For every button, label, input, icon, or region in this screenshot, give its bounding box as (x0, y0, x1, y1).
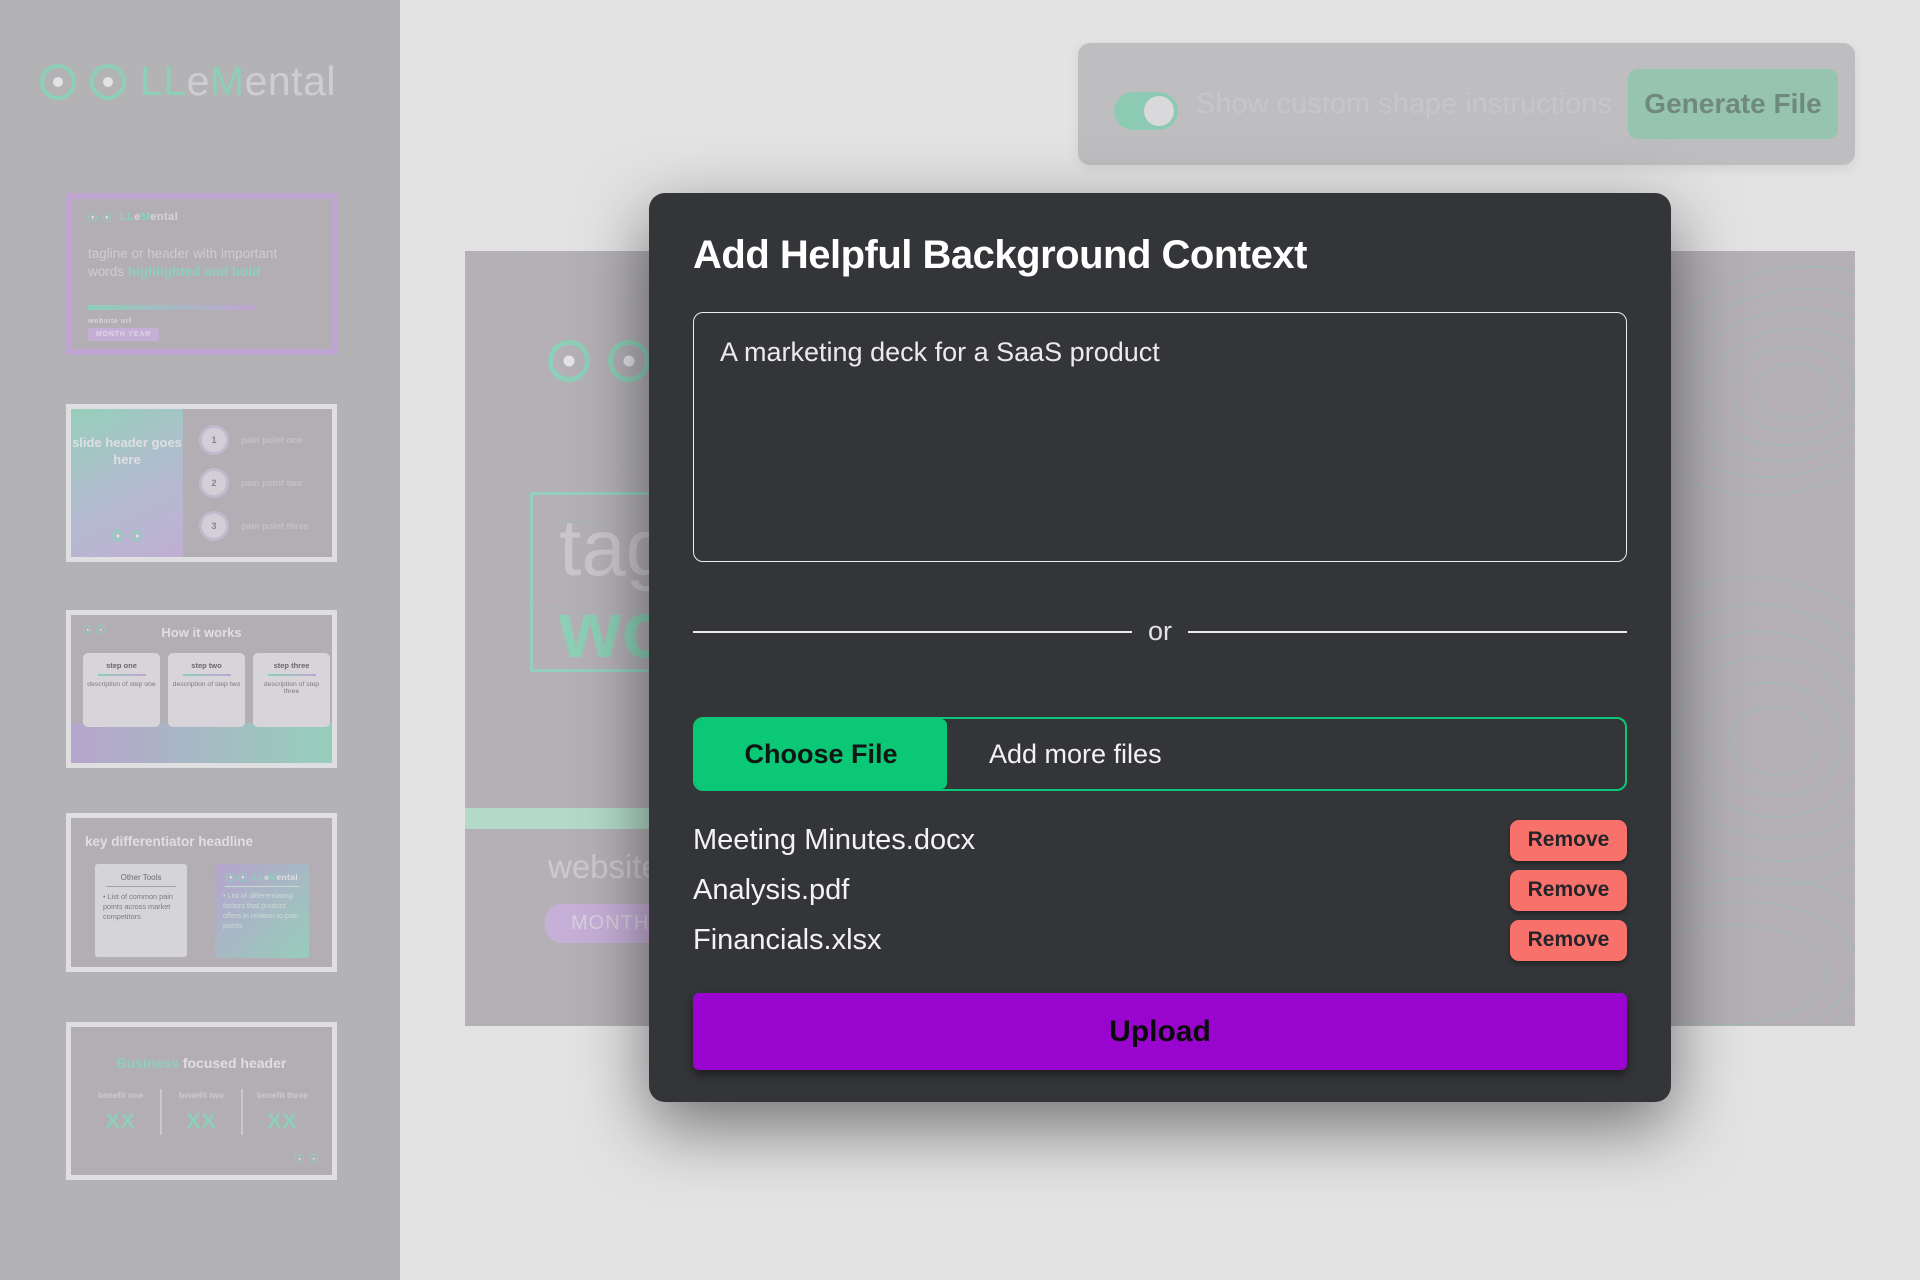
remove-file-button[interactable]: Remove (1510, 920, 1627, 961)
background-context-modal: Add Helpful Background Context A marketi… (649, 193, 1671, 1102)
file-list: Meeting Minutes.docx Remove Analysis.pdf… (693, 815, 1627, 965)
file-picker: Choose File Add more files (693, 717, 1627, 791)
divider-line (1188, 631, 1627, 633)
remove-file-button[interactable]: Remove (1510, 870, 1627, 911)
or-label: or (1148, 616, 1172, 647)
modal-title: Add Helpful Background Context (693, 233, 1627, 278)
file-row: Financials.xlsx Remove (693, 915, 1627, 965)
divider-line (693, 631, 1132, 633)
or-divider: or (693, 616, 1627, 647)
choose-file-button[interactable]: Choose File (695, 719, 947, 789)
file-row: Meeting Minutes.docx Remove (693, 815, 1627, 865)
context-input[interactable]: A marketing deck for a SaaS product (693, 312, 1627, 562)
upload-button[interactable]: Upload (693, 993, 1627, 1070)
file-name: Meeting Minutes.docx (693, 824, 975, 857)
file-row: Analysis.pdf Remove (693, 865, 1627, 915)
file-name: Financials.xlsx (693, 924, 882, 957)
remove-file-button[interactable]: Remove (1510, 820, 1627, 861)
add-more-files-label[interactable]: Add more files (989, 719, 1162, 789)
file-name: Analysis.pdf (693, 874, 849, 907)
